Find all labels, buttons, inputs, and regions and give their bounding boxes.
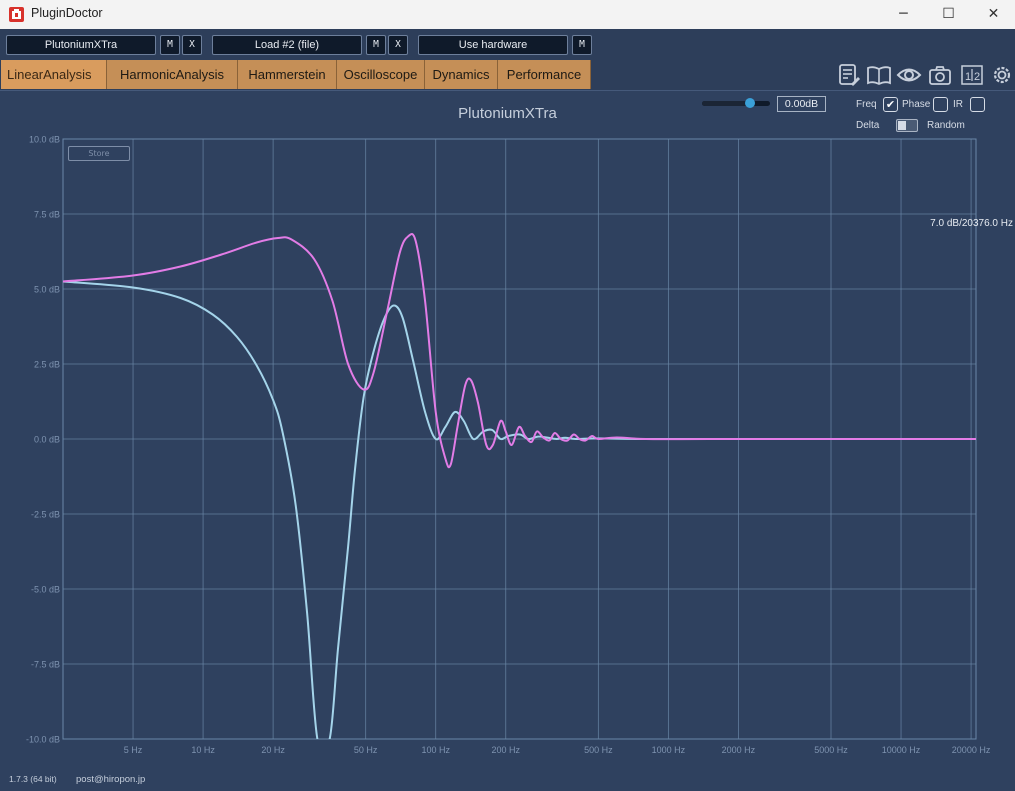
delta-random-toggle[interactable] xyxy=(896,119,918,132)
close-window-button[interactable]: ✕ xyxy=(971,0,1015,29)
ir-checkbox[interactable] xyxy=(970,97,985,112)
plugin-1-remove-button[interactable]: X xyxy=(182,35,202,55)
store-button[interactable]: Store xyxy=(68,146,130,161)
hardware-menu-button[interactable]: M xyxy=(572,35,592,55)
gain-slider[interactable] xyxy=(702,98,770,108)
notes-icon[interactable] xyxy=(836,62,862,88)
book-icon[interactable] xyxy=(866,62,892,88)
gain-slider-knob[interactable] xyxy=(744,98,755,108)
freq-label: Freq xyxy=(856,99,877,110)
analysis-tabs: LinearAnalysis HarmonicAnalysis Hammerst… xyxy=(1,60,591,90)
version-label: 1.7.3 (64 bit) xyxy=(9,774,57,784)
toggle-knob xyxy=(898,121,906,130)
tab-hammerstein[interactable]: Hammerstein xyxy=(238,60,337,89)
plugin-1-menu-button[interactable]: M xyxy=(160,35,180,55)
cursor-readout: 7.0 dB/20376.0 Hz xyxy=(930,218,1013,229)
plugin-2-menu-button[interactable]: M xyxy=(366,35,386,55)
toolbar: PlutoniumXTra M X Load #2 (file) M X Use… xyxy=(0,29,1015,90)
tab-linear-analysis[interactable]: LinearAnalysis xyxy=(1,60,107,89)
maximize-button[interactable]: ☐ xyxy=(926,0,971,29)
tab-oscilloscope[interactable]: Oscilloscope xyxy=(337,60,425,89)
gain-slider-fill xyxy=(702,101,750,106)
plugin-2-remove-button[interactable]: X xyxy=(388,35,408,55)
app-logo-icon xyxy=(9,7,24,22)
plugin-2-selector[interactable]: Load #2 (file) xyxy=(212,35,362,55)
title-bar: PluginDoctor ─ ☐ ✕ xyxy=(0,0,1015,30)
tab-dynamics[interactable]: Dynamics xyxy=(425,60,498,89)
phase-checkbox[interactable] xyxy=(933,97,948,112)
delta-label: Delta xyxy=(856,120,880,131)
random-label: Random xyxy=(927,120,965,131)
gear-icon[interactable] xyxy=(989,62,1015,88)
tab-harmonic-analysis[interactable]: HarmonicAnalysis xyxy=(107,60,238,89)
ir-label: IR xyxy=(953,99,963,110)
email-label: post@hiropon.jp xyxy=(76,774,146,785)
analysis-panel xyxy=(0,90,1015,791)
phase-label: Phase xyxy=(902,99,931,110)
window-title: PluginDoctor xyxy=(31,6,103,20)
svg-text:2: 2 xyxy=(974,71,980,83)
svg-text:1: 1 xyxy=(965,71,971,83)
freq-checkbox[interactable]: ✔ xyxy=(883,97,898,112)
eye-icon[interactable] xyxy=(896,62,922,88)
plugin-1-selector[interactable]: PlutoniumXTra xyxy=(6,35,156,55)
minimize-button[interactable]: ─ xyxy=(881,0,926,29)
gain-value-field[interactable]: 0.00dB xyxy=(777,96,826,112)
compare-1-2-icon[interactable]: 1 2 xyxy=(959,62,985,88)
hardware-selector[interactable]: Use hardware xyxy=(418,35,568,55)
tab-performance[interactable]: Performance xyxy=(498,60,591,89)
camera-icon[interactable] xyxy=(927,62,953,88)
